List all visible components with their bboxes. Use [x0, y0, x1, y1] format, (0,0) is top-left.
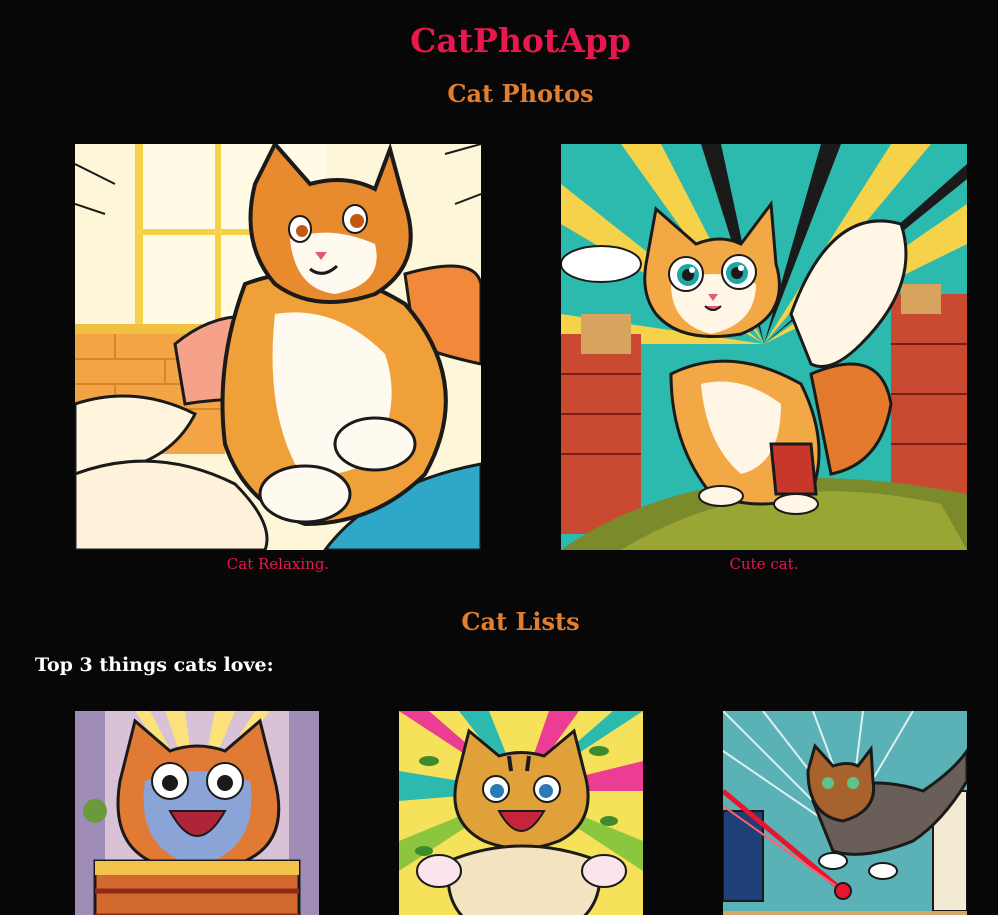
list-intro-text: Top 3 things cats love:: [35, 654, 274, 676]
relaxing-cat-image[interactable]: [75, 144, 481, 550]
caption-cat-relaxing: Cat Relaxing.: [226, 555, 330, 573]
figure-cat-relaxing: Cat Relaxing.: [75, 144, 481, 574]
cat-laser-image[interactable]: [723, 711, 967, 915]
app-title: CatPhotApp: [410, 21, 631, 60]
cat-catnip-illustration: [399, 711, 643, 915]
page: CatPhotApp Cat Photos Cat Relaxing. Cute…: [0, 0, 998, 915]
cat-laser-illustration: [723, 711, 967, 915]
figure-cute-cat: Cute cat.: [561, 144, 967, 574]
cat-lasagna-image[interactable]: [75, 711, 319, 915]
cat-lasagna-illustration: [75, 711, 319, 915]
cat-lists-heading: Cat Lists: [461, 607, 580, 636]
cat-catnip-image[interactable]: [399, 711, 643, 915]
cat-photos-heading: Cat Photos: [447, 79, 594, 108]
caption-cute-cat: Cute cat.: [729, 555, 799, 573]
cute-cat-image[interactable]: [561, 144, 967, 550]
